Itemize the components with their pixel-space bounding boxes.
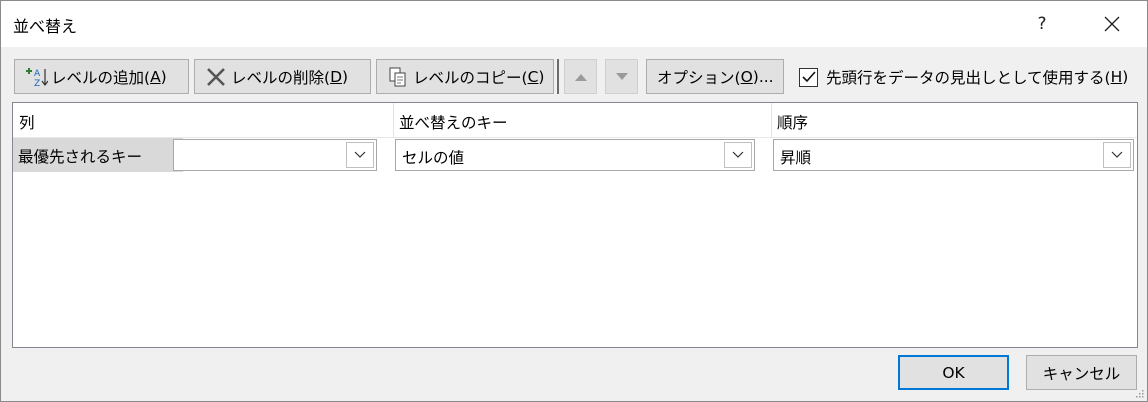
resize-grip-icon[interactable] (1134, 388, 1144, 398)
triangle-up-icon (574, 73, 587, 81)
sort-on-select[interactable]: セルの値 (395, 139, 755, 171)
checkmark-icon (801, 71, 816, 83)
add-level-tail: ) (160, 67, 167, 86)
copy-icon (385, 65, 411, 89)
help-button[interactable]: ? (1019, 7, 1065, 41)
delete-level-button[interactable]: レベルの削除(D) (194, 59, 371, 94)
column-header-order: 順序 (777, 114, 809, 132)
delete-level-accel: D (330, 67, 342, 86)
checkbox-box[interactable] (799, 67, 818, 87)
add-level-label: レベルの追加( (51, 68, 151, 87)
sort-on-value: セルの値 (402, 149, 465, 167)
move-down-button[interactable] (605, 59, 638, 94)
chevron-down-icon (732, 151, 744, 158)
header-checkbox-accel: H (1110, 68, 1123, 86)
svg-text:Z: Z (34, 79, 40, 89)
order-select[interactable]: 昇順 (773, 139, 1134, 171)
column-select[interactable] (173, 139, 377, 171)
header-checkbox-tail: ) (1122, 68, 1129, 86)
close-button[interactable] (1089, 7, 1135, 41)
column-header-sort-on: 並べ替えのキー (399, 114, 508, 132)
column-divider (771, 103, 772, 137)
ok-button[interactable]: OK (898, 355, 1009, 390)
add-level-accel: A (150, 67, 161, 86)
cancel-button[interactable]: キャンセル (1026, 355, 1137, 390)
delete-x-icon (203, 65, 229, 89)
cancel-label: キャンセル (1042, 364, 1121, 383)
header-checkbox-label: 先頭行をデータの見出しとして使用する( (826, 69, 1111, 87)
sort-az-add-icon: A Z (23, 65, 49, 89)
order-dropdown[interactable] (1103, 142, 1131, 168)
column-header-column: 列 (19, 114, 35, 132)
column-select-dropdown[interactable] (346, 142, 374, 168)
toolbar: A Z レベルの追加(A) レベルの削除(D) レベルのコピー(C) オ… (1, 57, 1147, 97)
delete-level-tail: ) (342, 67, 349, 86)
options-button[interactable]: オプション(O)... (646, 59, 784, 94)
copy-level-label: レベルのコピー( (413, 68, 528, 87)
chevron-down-icon (1111, 151, 1123, 158)
move-up-button[interactable] (564, 59, 597, 94)
order-value: 昇順 (780, 149, 812, 167)
sort-on-dropdown[interactable] (724, 142, 752, 168)
options-accel: O (740, 67, 753, 86)
column-divider (393, 103, 394, 137)
options-tail: )... (752, 67, 774, 86)
ok-label: OK (942, 363, 965, 382)
copy-level-accel: C (527, 67, 539, 86)
close-icon (1104, 16, 1120, 32)
triangle-down-icon (615, 72, 628, 80)
help-label: ? (1037, 14, 1047, 34)
header-row-checkbox[interactable]: 先頭行をデータの見出しとして使用する(H) (799, 66, 1128, 88)
sort-dialog: 並べ替え ? A Z レベルの追加(A) レベルの削除(D) レベルのコピ… (0, 0, 1148, 402)
options-label: オプション( (657, 68, 741, 87)
copy-level-tail: ) (538, 67, 545, 86)
sort-level-grid: 列 並べ替えのキー 順序 最優先されるキー セルの値 昇順 (12, 102, 1138, 348)
dialog-title: 並べ替え (13, 17, 78, 36)
toolbar-separator (557, 59, 559, 94)
copy-level-button[interactable]: レベルのコピー(C) (376, 59, 554, 94)
delete-level-label: レベルの削除( (231, 68, 331, 87)
add-level-button[interactable]: A Z レベルの追加(A) (14, 59, 189, 94)
title-bar: 並べ替え ? (1, 1, 1147, 47)
chevron-down-icon (354, 151, 366, 158)
row-label: 最優先されるキー (18, 148, 143, 166)
svg-text:A: A (34, 69, 41, 79)
